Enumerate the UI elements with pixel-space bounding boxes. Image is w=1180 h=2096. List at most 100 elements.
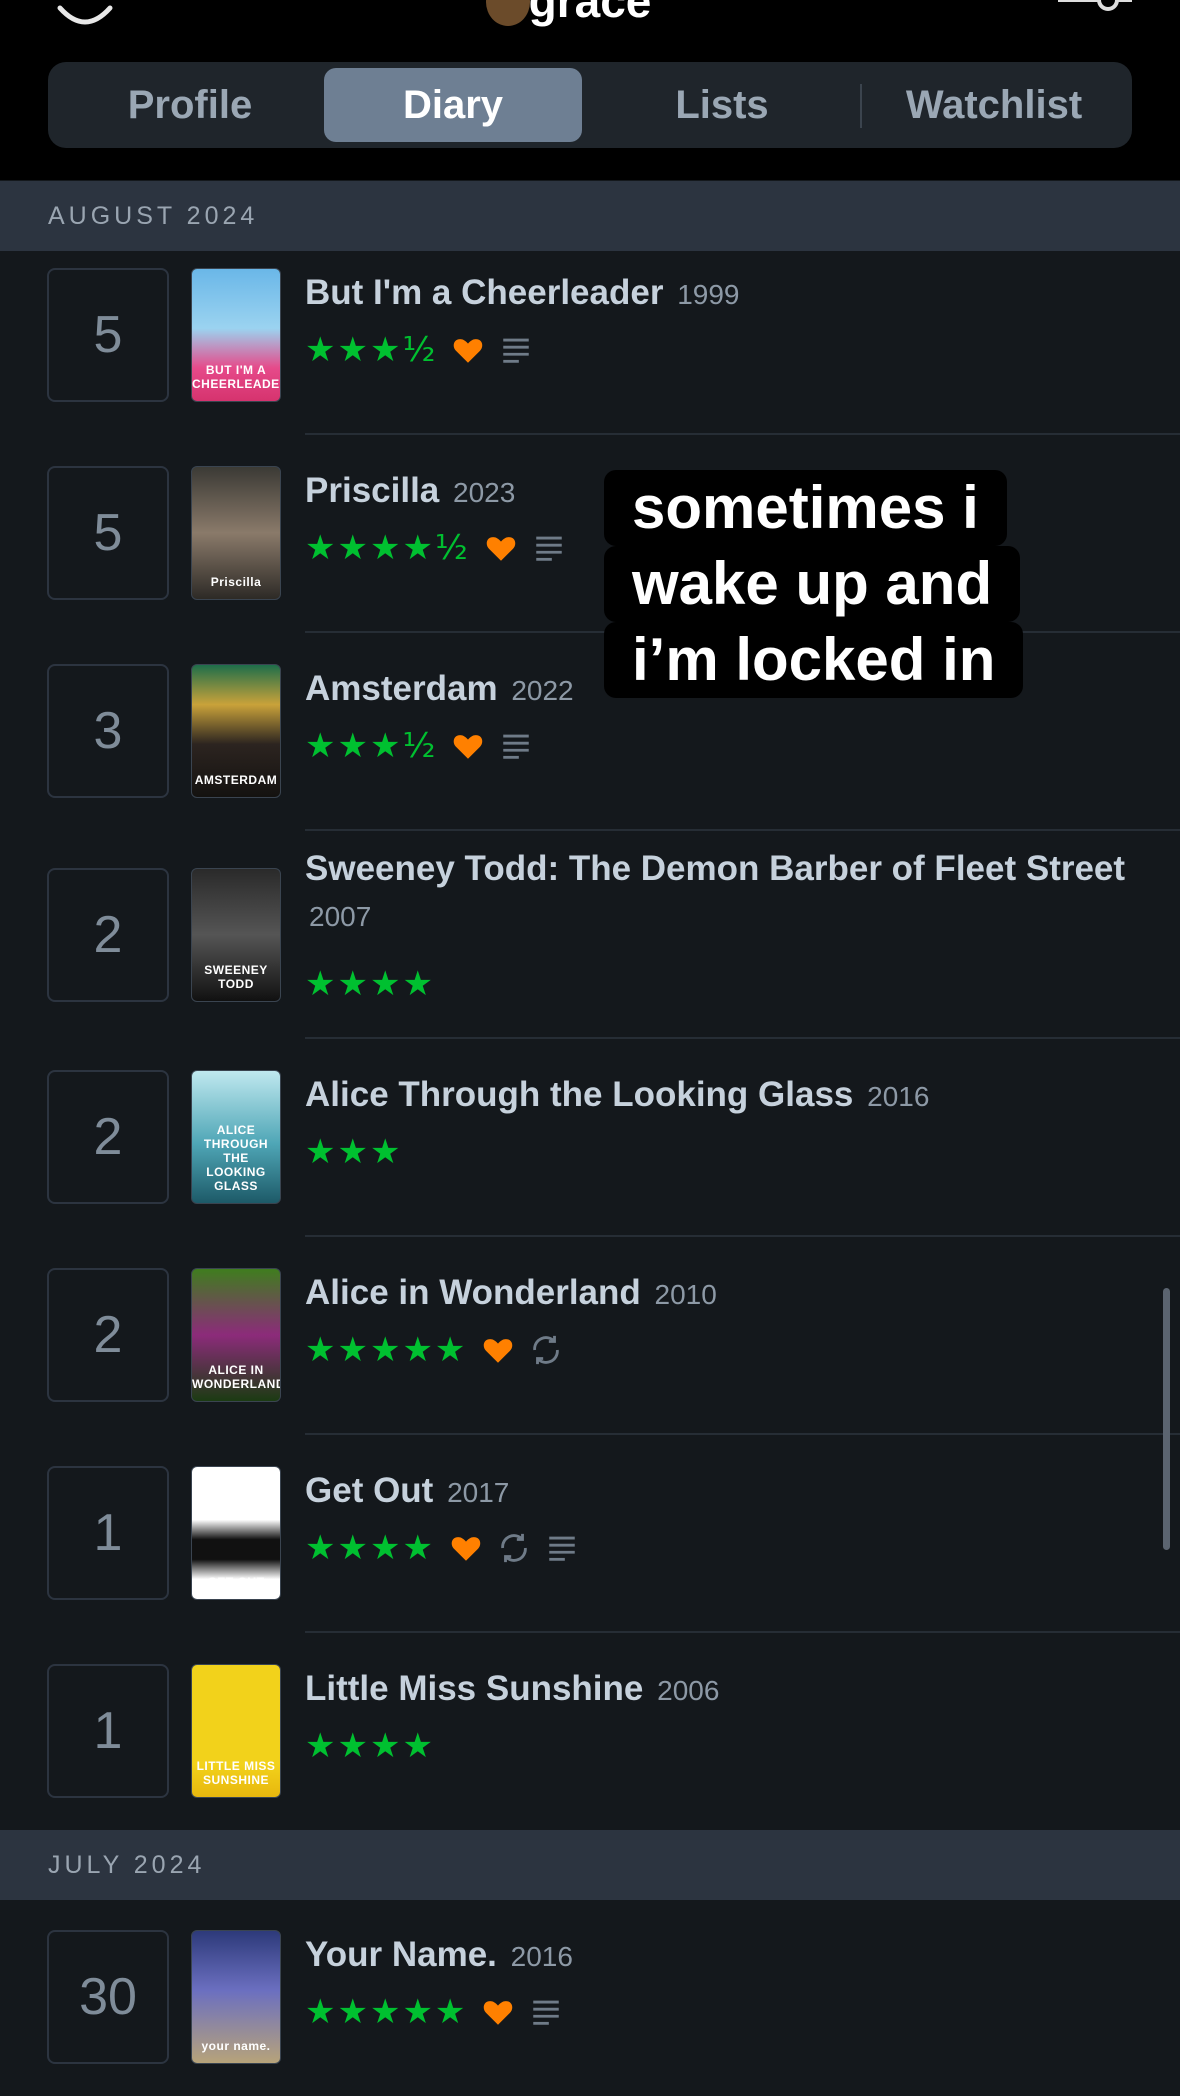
poster-title-text: GET OUT [207, 1575, 265, 1589]
film-title: Alice in Wonderland [305, 1273, 641, 1312]
film-year: 2006 [657, 1675, 720, 1706]
entry-day[interactable]: 30 [47, 1930, 169, 2064]
film-poster[interactable]: Priscilla [191, 466, 281, 600]
tab-lists[interactable]: Lists [592, 68, 852, 142]
film-title-line[interactable]: But I'm a Cheerleader 1999 [305, 270, 1145, 318]
entry-meta: ★★★★★ [305, 1990, 563, 2034]
film-year: 2023 [453, 477, 516, 508]
star-rating: ★★★ [305, 1132, 403, 1172]
film-year: 1999 [677, 279, 740, 310]
month-header: JULY 2024 [0, 1830, 1180, 1900]
entry-day[interactable]: 1 [47, 1664, 169, 1798]
film-title-line[interactable]: Your Name. 2016 [305, 1932, 1145, 1980]
tab-watchlist[interactable]: Watchlist [864, 68, 1124, 142]
film-poster[interactable]: LITTLE MISS SUNSHINE [191, 1664, 281, 1798]
entry-meta: ★★★★½ [305, 526, 566, 570]
entry-day[interactable]: 1 [47, 1466, 169, 1600]
entry-day[interactable]: 2 [47, 1070, 169, 1204]
star-rating: ★★★★½ [305, 528, 470, 568]
diary-entry[interactable]: 2 SWEENEY TODD Sweeney Todd: The Demon Bar… [0, 849, 1180, 1028]
film-poster[interactable]: ALICE THROUGH THE LOOKING GLASS [191, 1070, 281, 1204]
entry-meta: ★★★★ [305, 1526, 579, 1570]
film-title: Get Out [305, 1471, 434, 1510]
diary-entry[interactable]: 5 BUT I'M A CHEERLEADER But I'm a Cheerlea… [0, 268, 1180, 428]
month-label: AUGUST 2024 [48, 202, 259, 230]
film-poster[interactable]: your name. [191, 1930, 281, 2064]
tab-profile[interactable]: Profile [60, 68, 320, 142]
month-header: AUGUST 2024 [0, 181, 1180, 251]
heart-icon [451, 333, 485, 367]
diary-entry[interactable]: 2 ALICE THROUGH THE LOOKING GLASS Alice Th… [0, 1070, 1180, 1230]
filter-slider-icon[interactable] [1056, 0, 1132, 20]
film-poster[interactable]: ALICE IN WONDERLAND [191, 1268, 281, 1402]
caption-line: wake up and [604, 546, 1021, 622]
tab-bar: Profile Diary Lists Watchlist [48, 62, 1132, 148]
heart-icon [481, 1333, 515, 1367]
entry-meta: ★★★½ [305, 328, 533, 372]
username: grace [528, 0, 652, 27]
heart-icon [449, 1531, 483, 1565]
entry-meta: ★★★ [305, 1130, 402, 1174]
film-title-line[interactable]: Little Miss Sunshine 2006 [305, 1666, 1145, 1714]
star-rating: ★★★½ [305, 726, 438, 766]
film-year: 2017 [447, 1477, 510, 1508]
poster-title-text: LITTLE MISS SUNSHINE [196, 1759, 276, 1787]
poster-title-text: SWEENEY TODD [204, 963, 268, 991]
entry-day[interactable]: 3 [47, 664, 169, 798]
row-divider [305, 1235, 1180, 1237]
film-year: 2016 [867, 1081, 930, 1112]
row-divider [305, 1433, 1180, 1435]
film-title: Priscilla [305, 471, 440, 510]
film-year: 2007 [309, 901, 372, 932]
star-rating: ★★★½ [305, 330, 438, 370]
diary-entry[interactable]: 30 your name. Your Name. 2016 ★★★★★ [0, 1930, 1180, 2090]
diary-entry[interactable]: 1 GET OUT Get Out 2017 ★★★★ [0, 1466, 1180, 1626]
rewatch-icon [529, 1333, 563, 1367]
poster-title-text: AMSTERDAM [194, 773, 278, 787]
entry-day[interactable]: 5 [47, 466, 169, 600]
film-title-line[interactable]: Sweeney Todd: The Demon Barber of Fleet … [305, 846, 1145, 940]
entry-day[interactable]: 2 [47, 868, 169, 1002]
diary-entry[interactable]: 2 ALICE IN WONDERLAND Alice in Wonderland … [0, 1268, 1180, 1428]
film-year: 2016 [510, 1941, 573, 1972]
poster-title-text: Priscilla [210, 575, 262, 589]
film-title-line[interactable]: Get Out 2017 [305, 1468, 1145, 1516]
film-poster[interactable]: SWEENEY TODD [191, 868, 281, 1002]
film-title: But I'm a Cheerleader [305, 273, 664, 312]
star-rating: ★★★★ [305, 1726, 435, 1766]
film-year: 2010 [654, 1279, 717, 1310]
film-year: 2022 [511, 675, 574, 706]
poster-title-text: ALICE IN WONDERLAND [192, 1363, 281, 1391]
poster-title-text: ALICE THROUGH THE LOOKING GLASS [203, 1123, 269, 1193]
film-title: Amsterdam [305, 669, 498, 708]
entry-day[interactable]: 5 [47, 268, 169, 402]
star-rating: ★★★★ [305, 1528, 435, 1568]
film-poster[interactable]: BUT I'M A CHEERLEADER [191, 268, 281, 402]
tab-diary[interactable]: Diary [324, 68, 582, 142]
heart-icon [484, 531, 518, 565]
entry-meta: ★★★★★ [305, 1328, 563, 1372]
entry-day[interactable]: 2 [47, 1268, 169, 1402]
review-icon [545, 1531, 579, 1565]
star-rating: ★★★★★ [305, 1992, 468, 2032]
star-rating: ★★★★ [305, 964, 435, 1004]
heart-icon [451, 729, 485, 763]
poster-title-text: BUT I'M A CHEERLEADER [192, 363, 281, 391]
review-icon [529, 1995, 563, 2029]
film-poster[interactable]: GET OUT [191, 1466, 281, 1600]
film-title-line[interactable]: Alice in Wonderland 2010 [305, 1270, 1145, 1318]
film-poster[interactable]: AMSTERDAM [191, 664, 281, 798]
scrollbar[interactable] [1163, 1288, 1170, 1550]
review-icon [499, 333, 533, 367]
film-title: Alice Through the Looking Glass [305, 1075, 854, 1114]
diary-entry[interactable]: 1 LITTLE MISS SUNSHINE Little Miss Sunshin… [0, 1664, 1180, 1824]
poster-title-text: your name. [201, 2039, 271, 2053]
caption-line: sometimes i [604, 470, 1007, 546]
film-title-line[interactable]: Alice Through the Looking Glass 2016 [305, 1072, 1145, 1120]
tab-divider [860, 84, 862, 128]
entry-meta: ★★★½ [305, 724, 533, 768]
caption-line: i’m locked in [604, 622, 1024, 698]
review-icon [532, 531, 566, 565]
entry-meta: ★★★★ [305, 962, 435, 1006]
film-title: Your Name. [305, 1935, 497, 1974]
